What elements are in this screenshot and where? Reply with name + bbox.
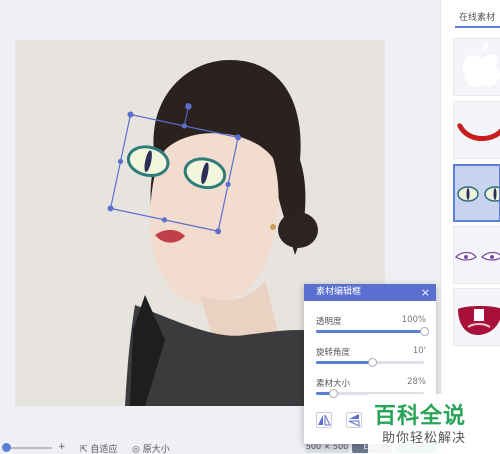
original-size-label: 原大小 xyxy=(142,445,170,454)
opacity-label: 透明度 xyxy=(316,317,342,327)
rotation-slider-fill xyxy=(316,361,373,364)
panel-tab-online-materials[interactable]: 在线素材 xyxy=(459,10,495,23)
flip-horizontal-button[interactable] xyxy=(316,412,332,428)
zoom-slider[interactable] xyxy=(6,447,52,449)
red-mouth-icon xyxy=(458,306,500,335)
rotation-slider[interactable] xyxy=(316,358,424,367)
material-cartoon-eyes[interactable] xyxy=(453,164,500,222)
material-panel: 在线素材 xyxy=(440,0,500,454)
flip-vertical-icon xyxy=(348,414,360,427)
flip-vertical-button[interactable] xyxy=(346,412,362,428)
opacity-slider[interactable] xyxy=(316,327,429,336)
zoom-slider-handle[interactable] xyxy=(2,443,11,452)
original-size-button[interactable]: ◎ 原大小 xyxy=(132,442,170,454)
squint-eyes-icon xyxy=(454,251,500,261)
opacity-slider-fill xyxy=(316,330,424,333)
size-label: 素材大小 xyxy=(316,379,351,389)
material-apple-logo[interactable] xyxy=(453,38,500,96)
material-squint-eyes[interactable] xyxy=(453,226,500,284)
watermark: 百科全说 助你轻松解决 xyxy=(368,394,500,454)
dialog-title: 素材编辑框 xyxy=(316,287,362,297)
dialog-header: 素材编辑框 × xyxy=(304,284,436,301)
rotation-slider-handle[interactable] xyxy=(368,358,378,367)
size-slider-handle[interactable] xyxy=(329,389,339,398)
flip-horizontal-icon xyxy=(318,414,331,426)
material-red-mouth[interactable] xyxy=(453,288,500,346)
close-icon[interactable]: × xyxy=(421,284,430,301)
opacity-slider-handle[interactable] xyxy=(420,327,429,336)
fit-window-label: 自适应 xyxy=(90,445,118,454)
apple-logo-icon xyxy=(462,42,500,87)
size-value: 28% xyxy=(407,377,426,387)
watermark-subtitle: 助你轻松解决 xyxy=(382,431,467,446)
zoom-in-button[interactable]: + xyxy=(58,442,66,452)
red-smile-icon xyxy=(456,122,500,141)
active-tab-indicator xyxy=(455,26,500,28)
rotation-label: 旋转角度 xyxy=(316,348,351,358)
opacity-value: 100% xyxy=(401,315,426,325)
material-red-smile[interactable] xyxy=(453,101,500,159)
watermark-title: 百科全说 xyxy=(374,404,467,429)
cartoon-eyes-icon xyxy=(457,186,499,202)
fit-window-button[interactable]: ⇱ 自适应 xyxy=(80,442,117,454)
rotation-value: 10' xyxy=(412,346,426,356)
